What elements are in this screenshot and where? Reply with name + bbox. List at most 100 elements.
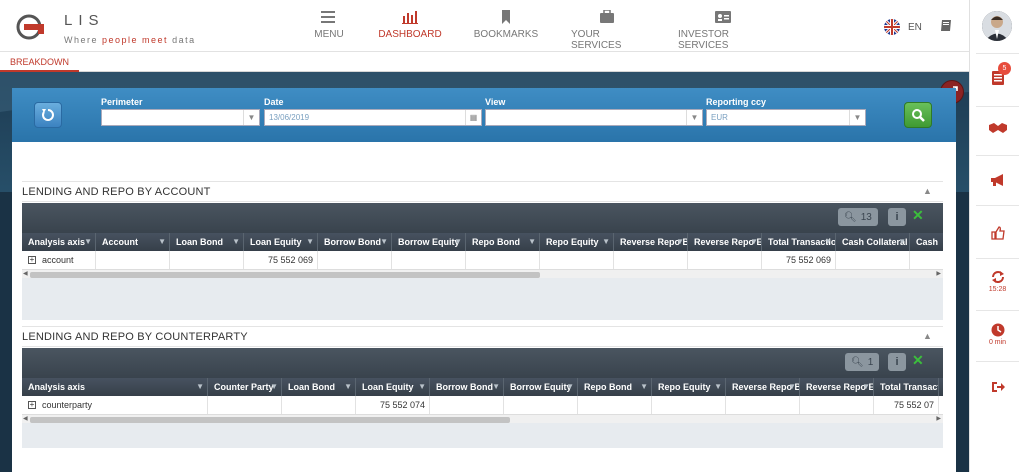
reset-icon (42, 109, 54, 121)
logo-title: LIS (64, 12, 105, 29)
column-header[interactable]: Cash Collateral ▼ (836, 233, 910, 251)
column-header[interactable]: Borrow Bond ▼ (318, 233, 392, 251)
hamburger-icon (321, 11, 335, 23)
refresh-button[interactable]: 15:28 (970, 270, 1024, 293)
bookmark-icon (502, 10, 510, 24)
avatar[interactable] (982, 11, 1012, 41)
column-header[interactable]: Repo Equity ▼ (652, 378, 726, 396)
column-header[interactable]: Total Transactions▼ (762, 233, 836, 251)
filter-icon: ▼ (824, 237, 832, 246)
horizontal-scrollbar[interactable]: ◀ ▶ (22, 269, 943, 278)
chevron-down-icon: ▼ (686, 110, 702, 125)
filter-icon: ▼ (380, 237, 388, 246)
column-header[interactable]: Loan Bond ▼ (170, 233, 244, 251)
view-select[interactable]: ▼ (485, 109, 703, 126)
like-button[interactable] (970, 226, 1024, 240)
nav-bookmarks-label: BOOKMARKS (473, 29, 539, 40)
nav-investor-services-label: INVESTOR SERVICES (678, 29, 729, 51)
column-header[interactable]: Repo Equity ▼ (540, 233, 614, 251)
column-header[interactable]: Account ▼ (96, 233, 170, 251)
collapse-icon[interactable]: ▲ (923, 331, 932, 341)
filter-icon: ▼ (602, 237, 610, 246)
nav-bookmarks[interactable]: BOOKMARKS (473, 0, 539, 52)
search-button[interactable] (904, 102, 932, 128)
info-button[interactable]: i (888, 208, 906, 226)
column-header[interactable]: Borrow Bond ▼ (430, 378, 504, 396)
counterparty-grid: 🔍︎ 1 i ✕ Analysis axis ▼ Counter Party ▼ Lo… (22, 348, 943, 448)
chevron-down-icon: ▼ (243, 110, 259, 125)
horizontal-scrollbar[interactable]: ◀ ▶ (22, 414, 943, 423)
excel-export-icon[interactable]: ✕ (912, 352, 924, 369)
date-label: Date (264, 97, 284, 107)
column-header[interactable]: Reverse Repo Bond▼ (726, 378, 800, 396)
grid-toolbar: 🔍︎ 1 i ✕ (22, 348, 943, 378)
logo[interactable]: LIS Where people meet data (10, 9, 210, 45)
user-avatar-icon (982, 11, 1012, 41)
filter-icon: ▼ (454, 237, 462, 246)
logout-button[interactable] (970, 381, 1024, 393)
nav-dashboard[interactable]: DASHBOARD (378, 0, 442, 52)
grid-toolbar: 🔍︎ 13 i ✕ (22, 203, 943, 233)
timer-button[interactable]: 0 min (970, 323, 1024, 346)
filter-icon: ▼ (640, 382, 648, 391)
calendar-icon: ▦ (465, 110, 481, 125)
expand-row-icon[interactable]: + (28, 256, 36, 264)
reset-filters-button[interactable] (34, 102, 62, 128)
uk-flag-icon (884, 19, 900, 35)
language-selector[interactable]: EN (884, 19, 922, 35)
column-header[interactable]: Loan Bond ▼ (282, 378, 356, 396)
column-header[interactable]: Loan Equity ▼ (244, 233, 318, 251)
search-count-button[interactable]: 🔍︎ 1 (845, 353, 880, 371)
excel-export-icon[interactable]: ✕ (912, 207, 924, 224)
column-header[interactable]: Analysis axis ▼ (22, 378, 208, 396)
scrollbar-thumb[interactable] (30, 272, 540, 278)
announcements-button[interactable] (970, 173, 1024, 187)
nav-investor-services[interactable]: INVESTOR SERVICES (678, 0, 768, 52)
perimeter-label: Perimeter (101, 97, 143, 107)
column-header[interactable]: Counter Party ▼ (208, 378, 282, 396)
search-count-button[interactable]: 🔍︎ 13 (838, 208, 878, 226)
filter-icon: ▼ (306, 237, 314, 246)
column-header[interactable]: Repo Bond ▼ (466, 233, 540, 251)
nav-your-services[interactable]: YOUR SERVICES (571, 0, 643, 52)
reporting-ccy-select[interactable]: EUR ▼ (706, 109, 866, 126)
column-header[interactable]: Cash (910, 233, 943, 251)
notifications-button[interactable]: 5 (970, 62, 1024, 86)
bar-chart-icon (402, 11, 418, 24)
expand-row-icon[interactable]: + (28, 401, 36, 409)
nav-menu[interactable]: MENU (314, 0, 344, 52)
column-header[interactable]: Borrow Equity ▼ (504, 378, 578, 396)
tab-strip: BREAKDOWN (0, 52, 969, 72)
section-title-account: LENDING AND REPO BY ACCOUNT (22, 186, 211, 198)
collapse-icon[interactable]: ▲ (923, 186, 932, 196)
column-header[interactable]: Analysis axis ▼ (22, 233, 96, 251)
date-field[interactable]: 13/06/2019 ▦ (264, 109, 482, 126)
filter-icon: ▼ (566, 382, 574, 391)
filter-icon: ▼ (898, 237, 906, 246)
column-header[interactable]: Total Transactions (874, 378, 939, 396)
id-card-icon (715, 11, 731, 23)
filter-icon: ▼ (862, 382, 870, 391)
total-transactions-cell: 75 552 069 (762, 251, 836, 269)
filter-icon: ▼ (418, 382, 426, 391)
thumbs-up-icon (990, 226, 1005, 240)
filter-icon: ▼ (158, 237, 166, 246)
grid-header: Analysis axis ▼ Account ▼ Loan Bond ▼ Loan … (22, 233, 943, 251)
column-header[interactable]: Reverse Repo Equity▼ (800, 378, 874, 396)
scrollbar-thumb[interactable] (30, 417, 510, 423)
book-icon[interactable] (939, 19, 953, 33)
table-row[interactable]: + counterparty 75 552 074 75 552 07 (22, 396, 943, 414)
info-button[interactable]: i (888, 353, 906, 371)
refresh-time: 15:28 (988, 286, 1007, 293)
perimeter-select[interactable]: ▼ (101, 109, 260, 126)
handshake-button[interactable] (970, 122, 1024, 134)
column-header[interactable]: Reverse Repo Bond▼ (614, 233, 688, 251)
table-row[interactable]: + account 75 552 069 75 552 069 (22, 251, 943, 269)
column-header[interactable]: Borrow Equity ▼ (392, 233, 466, 251)
column-header[interactable]: Repo Bond ▼ (578, 378, 652, 396)
language-code: EN (908, 21, 922, 33)
tab-breakdown[interactable]: BREAKDOWN (0, 52, 80, 72)
column-header[interactable]: Reverse Repo Equity▼ (688, 233, 762, 251)
filter-icon: ▼ (676, 237, 684, 246)
column-header[interactable]: Loan Equity ▼ (356, 378, 430, 396)
